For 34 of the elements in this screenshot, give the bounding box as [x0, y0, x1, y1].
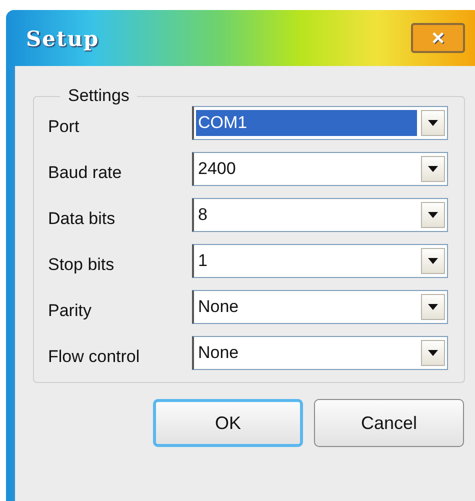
field-label: Flow control	[48, 346, 141, 367]
dropdown-button[interactable]	[421, 340, 445, 366]
caret-icon	[428, 350, 438, 356]
caret-icon	[428, 304, 438, 310]
dropdown-value: None	[197, 296, 240, 318]
dropdown-field[interactable]: 1	[192, 244, 448, 278]
caret-icon	[428, 120, 438, 126]
dropdown-button[interactable]	[421, 248, 445, 274]
caret-icon	[428, 212, 438, 218]
dropdown-field[interactable]: None	[192, 336, 448, 370]
dropdown-button[interactable]	[421, 110, 445, 136]
dropdown-value: None	[197, 342, 240, 364]
field-label: Stop bits	[48, 254, 116, 275]
dropdown-value: 8	[197, 204, 208, 226]
dropdown-button[interactable]	[421, 294, 445, 320]
cancel-button[interactable]: Cancel	[314, 399, 464, 447]
field-label: Baud rate	[48, 162, 123, 183]
dropdown-button[interactable]	[421, 156, 445, 182]
field-label: Data bits	[48, 208, 116, 229]
dropdown-field[interactable]: 8	[192, 198, 448, 232]
dropdown-button[interactable]	[421, 202, 445, 228]
window-title: Setup	[26, 26, 100, 50]
dropdown-field[interactable]: 2400	[192, 152, 448, 186]
dropdown-field[interactable]: COM1	[192, 106, 448, 140]
group-title: Settings	[67, 86, 130, 106]
dropdown-value: COM1	[196, 110, 417, 136]
caret-icon	[428, 166, 438, 172]
caret-icon	[428, 258, 438, 264]
ok-button[interactable]: OK	[153, 399, 303, 447]
dropdown-field[interactable]: None	[192, 290, 448, 324]
dropdown-value: 2400	[197, 158, 237, 180]
field-label: Parity	[48, 300, 92, 321]
dropdown-value: 1	[197, 250, 208, 272]
field-label: Port	[48, 116, 80, 137]
